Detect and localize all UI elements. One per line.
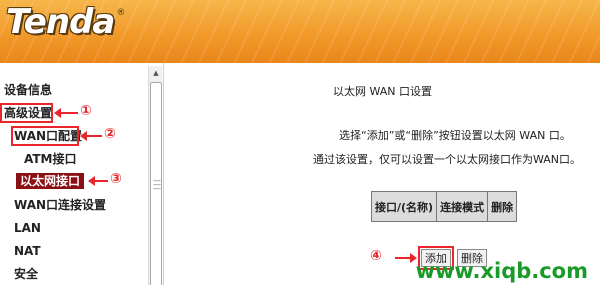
table-header-row: 接口/(名称) 连接模式 删除 [370, 191, 518, 222]
logo-text: Tenda [6, 2, 115, 42]
sidebar-item-lan[interactable]: LAN [14, 220, 41, 236]
description-line-1: 选择“添加”或“删除”按钮设置以太网 WAN 口。 [339, 129, 571, 142]
column-header-interface: 接口/(名称) [370, 191, 438, 222]
annotation-arrow-2 [80, 131, 102, 141]
annotation-arrow-4 [395, 257, 411, 259]
sidebar-scrollbar[interactable]: ▲ — — — [148, 66, 162, 285]
interface-table: 接口/(名称) 连接模式 删除 [370, 191, 518, 222]
description-line-2: 通过该设置，仅可以设置一个以太网接口作为WAN口。 [313, 153, 582, 166]
sidebar-item-security[interactable]: 安全 [14, 266, 38, 282]
annotation-number-1: ① [80, 103, 92, 119]
main-content: 以太网 WAN 口设置 选择“添加”或“删除”按钮设置以太网 WAN 口。 通过… [165, 63, 600, 285]
watermark: www.xiqb.com [415, 259, 588, 283]
tenda-logo: Tenda ® [6, 2, 125, 42]
scroll-grip-icon: — — — [153, 176, 161, 193]
column-header-mode: 连接模式 [436, 191, 489, 222]
sidebar-item-ethernet[interactable]: 以太网接口 [16, 173, 85, 189]
header-banner: Tenda ® [0, 0, 600, 63]
scroll-up-arrow-icon[interactable]: ▲ [149, 66, 163, 80]
sidebar: 设备信息 高级设置 WAN口配置 ATM接口 以太网接口 WAN口连接设置 LA… [0, 63, 164, 285]
column-header-delete: 删除 [487, 191, 518, 222]
annotation-number-3: ③ [110, 171, 122, 187]
annotation-arrow-1 [54, 108, 78, 118]
sidebar-item-device-info[interactable]: 设备信息 [4, 82, 52, 98]
annotation-number-4: ④ [370, 248, 382, 264]
registered-mark: ® [116, 8, 126, 18]
annotation-number-2: ② [104, 126, 116, 142]
sidebar-item-atm[interactable]: ATM接口 [24, 151, 76, 167]
scroll-thumb[interactable]: — — — [150, 82, 162, 285]
annotation-box-1 [0, 103, 53, 123]
sidebar-item-nat[interactable]: NAT [14, 243, 41, 259]
annotation-box-2 [11, 126, 79, 146]
annotation-arrow-3 [88, 176, 108, 186]
sidebar-item-wan-connection[interactable]: WAN口连接设置 [14, 197, 106, 213]
page-title: 以太网 WAN 口设置 [332, 85, 433, 98]
